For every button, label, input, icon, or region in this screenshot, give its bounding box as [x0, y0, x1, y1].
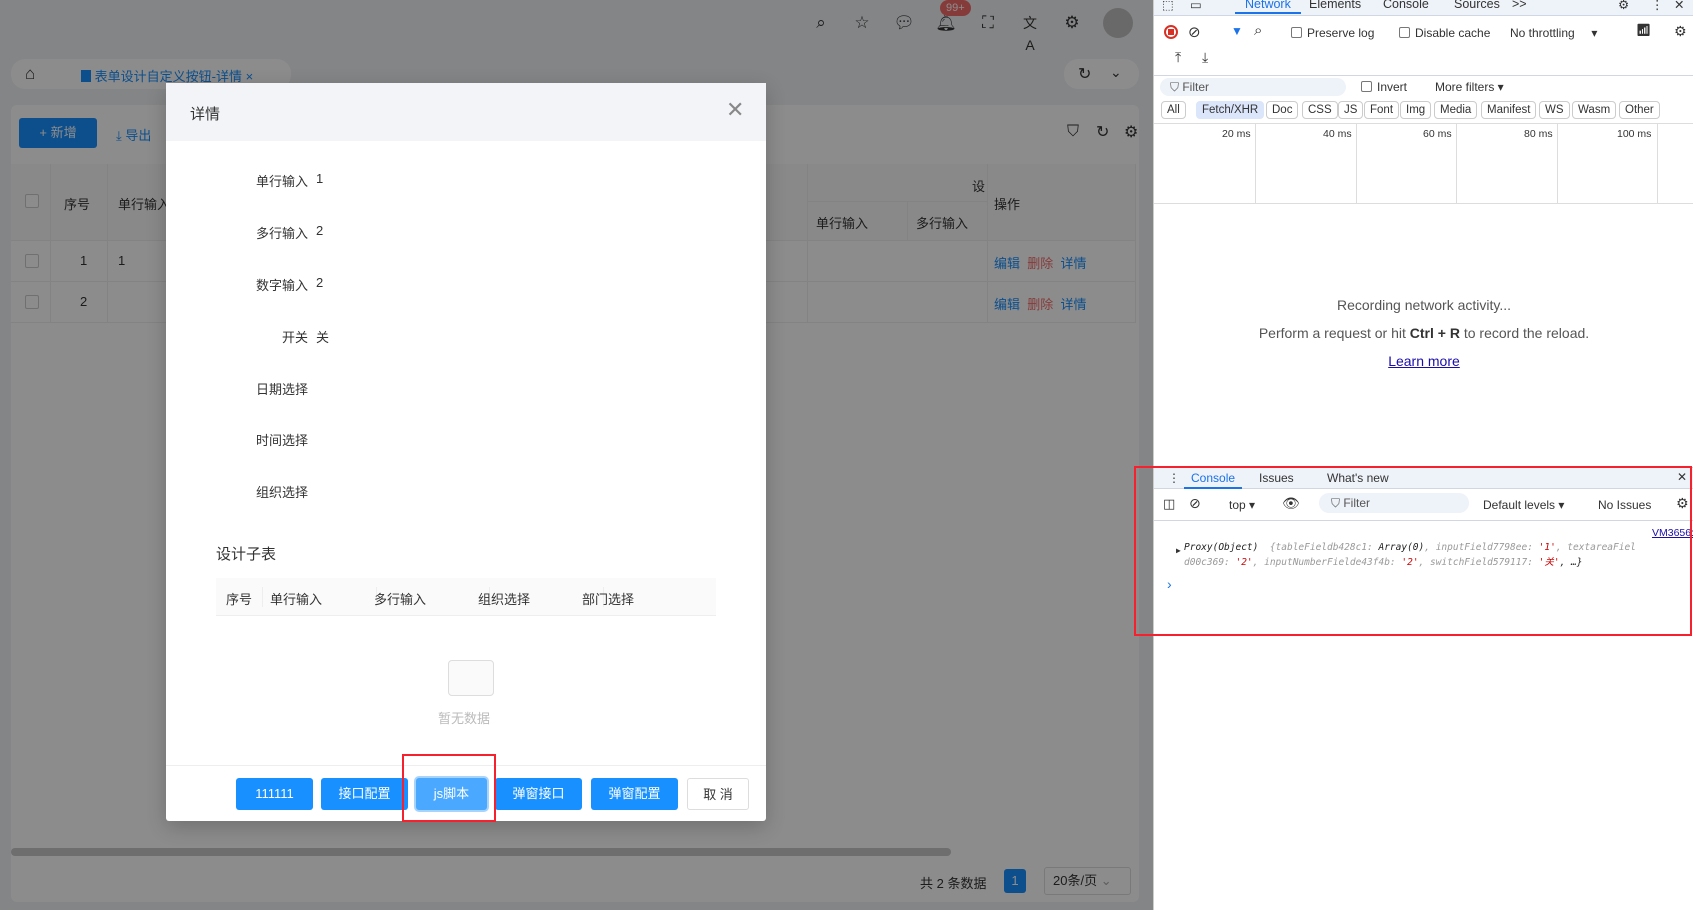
timeline-tick: 40 ms [1323, 128, 1352, 140]
type-filter-wasm[interactable]: Wasm [1572, 101, 1617, 119]
api-config-button[interactable]: 接口配置 [321, 778, 408, 810]
timeline-tick: 80 ms [1524, 128, 1553, 140]
recording-hint: Perform a request or hit Ctrl + R to rec… [1258, 325, 1590, 341]
timeline-tick: 20 ms [1222, 128, 1251, 140]
field-row: 开关关 [281, 330, 330, 345]
type-filter-img[interactable]: Img [1400, 101, 1432, 119]
clear-icon[interactable]: ⊘ [1188, 23, 1201, 41]
field-row: 组织选择 [255, 485, 308, 500]
field-row: 多行输入 2 [255, 223, 324, 241]
network-settings-icon[interactable]: ⚙ [1674, 23, 1687, 40]
filter-icon[interactable]: ▼ [1231, 24, 1243, 38]
field-row: 时间选择 [255, 433, 308, 448]
type-filter-all[interactable]: All [1161, 101, 1186, 119]
more-tabs[interactable]: >> [1512, 0, 1527, 11]
empty-box-icon [448, 660, 494, 696]
more-filters-button[interactable]: More filters ▾ [1435, 80, 1504, 94]
cancel-button[interactable]: 取 消 [687, 778, 749, 810]
close-icon[interactable]: ✕ [1674, 0, 1684, 12]
detail-modal: 详情 ✕ 单行输入 1 多行输入 2 数字输入 2 开关关 日期选择 时间选择 组织选… [166, 83, 766, 821]
invert-checkbox[interactable]: Invert [1361, 80, 1407, 94]
import-icon[interactable]: ⤒ [1175, 49, 1181, 66]
settings-icon[interactable]: ⚙ [1618, 0, 1629, 12]
type-filter-other[interactable]: Other [1619, 101, 1660, 119]
learn-more-link[interactable]: Learn more [1388, 353, 1460, 369]
close-icon[interactable]: ✕ [726, 97, 744, 123]
modal-title: 详情 [190, 106, 221, 123]
record-icon[interactable] [1164, 25, 1178, 39]
type-filter-manifest[interactable]: Manifest [1481, 101, 1537, 119]
highlight-box [1134, 466, 1692, 636]
tab-elements[interactable]: Elements [1309, 0, 1361, 11]
field-row: 日期选择 [255, 382, 308, 397]
search-icon[interactable]: ⌕ [1254, 22, 1262, 39]
throttling-select[interactable]: No throttling ▾ [1510, 26, 1597, 40]
export-icon[interactable]: ⤓ [1202, 49, 1208, 66]
preserve-log-checkbox[interactable]: Preserve log [1291, 26, 1374, 40]
devtools-tabs: ⬚ ▭ Network Elements Console Sources >> … [1154, 0, 1693, 16]
timeline-tick: 100 ms [1617, 128, 1652, 140]
device-icon[interactable]: ▭ [1190, 0, 1202, 12]
field-row: 单行输入 1 [255, 171, 324, 189]
tab-network[interactable]: Network [1235, 0, 1301, 14]
network-filter-input[interactable]: ⛉ Filter [1160, 78, 1346, 96]
type-filter-media[interactable]: Media [1434, 101, 1478, 119]
devtools-panel: ⬚ ▭ Network Elements Console Sources >> … [1153, 0, 1693, 910]
inspect-icon[interactable]: ⬚ [1162, 0, 1174, 12]
button-111111[interactable]: 111111 [236, 778, 313, 810]
disable-cache-checkbox[interactable]: Disable cache [1399, 26, 1490, 40]
popup-api-button[interactable]: 弹窗接口 [495, 778, 582, 810]
subtable-title: 设计子表 [216, 546, 277, 563]
tab-sources[interactable]: Sources [1454, 0, 1500, 11]
network-conditions-icon[interactable]: 📶︎ [1636, 23, 1651, 37]
recording-title: Recording network activity... [1336, 297, 1512, 313]
field-row: 数字输入 2 [255, 275, 324, 293]
type-filter-ws[interactable]: WS [1539, 101, 1570, 119]
empty-text: 暂无数据 [438, 711, 491, 726]
timeline-tick: 60 ms [1423, 128, 1452, 140]
more-icon[interactable]: ⋮ [1651, 0, 1664, 12]
type-filter-fetch-xhr[interactable]: Fetch/XHR [1196, 101, 1265, 119]
type-filter-css[interactable]: CSS [1302, 101, 1338, 119]
type-filter-js[interactable]: JS [1338, 101, 1364, 119]
subtable-header: 序号 单行输入 多行输入 组织选择 部门选择 [216, 578, 716, 616]
tab-console[interactable]: Console [1383, 0, 1429, 11]
highlight-box [402, 754, 496, 822]
modal-header: 详情 ✕ [166, 83, 766, 141]
type-filter-doc[interactable]: Doc [1266, 101, 1299, 119]
type-filter-font[interactable]: Font [1364, 101, 1400, 119]
popup-config-button[interactable]: 弹窗配置 [591, 778, 678, 810]
